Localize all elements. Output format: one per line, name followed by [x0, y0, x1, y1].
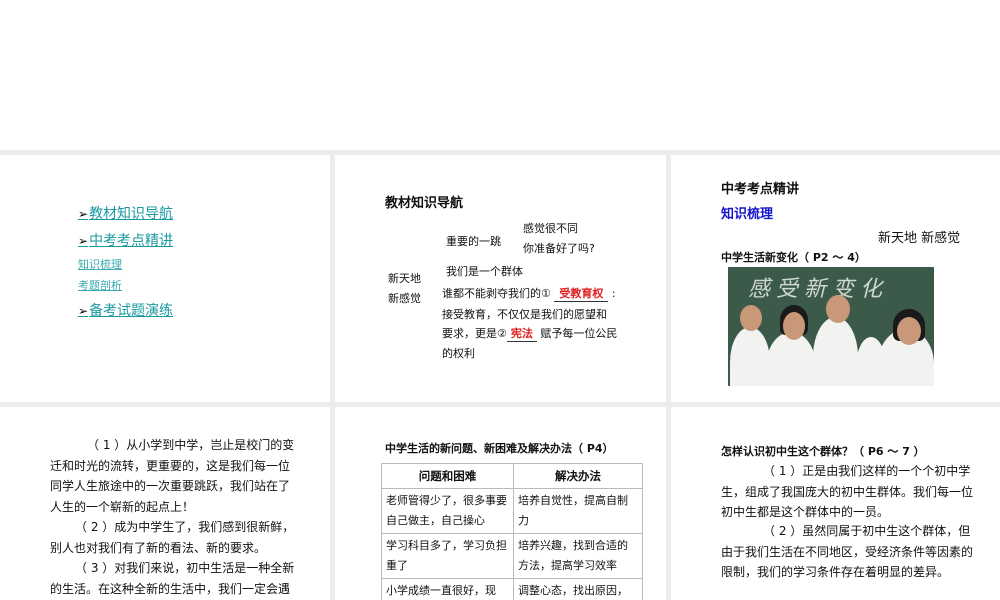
table-row: 小学成绩一直很好，现 调整心态，找出原因， [381, 578, 643, 600]
slide-thumbnail-1[interactable]: ➢教材知识导航 ➢中考考点精讲 知识梳理 考题剖析 ➢备考试题演练 [0, 155, 330, 402]
arrow-bullet-icon: ➢ [78, 304, 89, 318]
slide-title: 中学生活的新问题、新困难及解决办法（ P4） [385, 442, 614, 455]
table-cell: 调整心态，找出原因， [513, 578, 643, 600]
text: : [611, 287, 616, 300]
table-cell: 小学成绩一直很好，现 [381, 578, 514, 600]
arrow-bullet-icon: ➢ [78, 207, 89, 221]
nav-link-label: 教材知识导航 [89, 206, 174, 222]
section-heading: 中学生活新变化（ P2 ～ 4） [721, 251, 866, 264]
table-header-row: 问题和困难 解决办法 [381, 463, 643, 489]
table-cell: 培养自觉性，提高自制力 [513, 488, 643, 534]
slide-thumbnail-5[interactable]: 中学生活的新问题、新困难及解决办法（ P4） 问题和困难 解决办法 老师管得少了… [335, 407, 666, 600]
text: 要求，更是② [442, 327, 507, 340]
left-label-2: 新感觉 [388, 292, 421, 305]
slide-title: 教材知识导航 [385, 196, 464, 211]
student-head [897, 317, 921, 345]
nav-link-practice[interactable]: ➢备考试题演练 [78, 300, 173, 320]
table-row: 老师管得少了，很多事要自己做主，自己操心 培养自觉性，提高自制力 [381, 488, 643, 534]
slide-thumbnail-6[interactable]: 怎样认识初中生这个群体？（ P6 ～ 7 ） （ 1 ）正是由我们这样的一个个初… [671, 407, 1000, 600]
text: 谁都不能剥夺我们的① [442, 287, 551, 300]
student-head [740, 305, 762, 331]
student-figure [813, 317, 858, 386]
student-figure [766, 332, 816, 386]
item-ready: 你准备好了吗? [523, 242, 595, 255]
column-header: 解决办法 [513, 463, 643, 489]
student-head [826, 295, 850, 323]
column-header: 问题和困难 [381, 463, 514, 489]
fill-line-1: 谁都不能剥夺我们的① 受教育权 : [442, 285, 616, 302]
text: 赋予每一位公民 [540, 327, 618, 340]
table-cell: 老师管得少了，很多事要自己做主，自己操心 [381, 488, 514, 534]
students-photo: 感受新变化 [728, 267, 934, 386]
student-figure [730, 327, 770, 386]
fill-line-3: 要求，更是② 宪法 赋予每一位公民 [442, 325, 617, 342]
subnav-link-knowledge[interactable]: 知识梳理 [78, 256, 122, 272]
table-row: 学习科目多了，学习负担重了 培养兴趣，找到合适的方法，提高学习效率 [381, 533, 643, 579]
paragraph: （ 2 ）成为中学生了，我们感到很新鲜，别人也对我们有了新的看法、新的要求。 [50, 520, 295, 555]
table-cell: 培养兴趣，找到合适的方法，提高学习效率 [513, 533, 643, 579]
top-blank-area [0, 0, 1000, 150]
slide-thumbnail-4[interactable]: （ 1 ）从小学到中学，岂止是校门的变迁和时光的流转，更重要的，这是我们每一位同… [0, 407, 330, 600]
table-cell: 学习科目多了，学习负担重了 [381, 533, 514, 579]
nav-link-exam-points[interactable]: ➢中考考点精讲 [78, 230, 173, 250]
answer-blank-2: 宪法 [506, 325, 537, 342]
nav-link-textbook[interactable]: ➢教材知识导航 [78, 203, 173, 223]
subnav-link-analysis[interactable]: 考题剖析 [78, 277, 122, 293]
item-group: 我们是一个群体 [446, 265, 523, 278]
slide-title: 怎样认识初中生这个群体？（ P6 ～ 7 ） [721, 445, 925, 458]
paragraph: （ 3 ）对我们来说，初中生活是一种全新的生活。在这种全新的生活中，我们一定会遇… [50, 561, 295, 596]
slide-thumbnail-2[interactable]: 教材知识导航 重要的一跳 感觉很不同 你准备好了吗? 我们是一个群体 新天地 新… [335, 155, 666, 402]
fill-line-2: 接受教育，不仅仅是我们的愿望和 [442, 308, 607, 321]
item-feel: 感觉很不同 [523, 222, 578, 235]
nav-link-label: 中考考点精讲 [89, 233, 174, 249]
paragraph: （ 1 ）从小学到中学，岂止是校门的变迁和时光的流转，更重要的，这是我们每一位同… [50, 438, 295, 514]
slide-subtitle: 知识梳理 [721, 207, 774, 222]
nav-link-label: 备考试题演练 [89, 303, 174, 319]
problems-table: 问题和困难 解决办法 老师管得少了，很多事要自己做主，自己操心 培养自觉性，提高… [381, 463, 643, 600]
student-head [783, 312, 805, 340]
left-label-1: 新天地 [388, 272, 421, 285]
chalkboard-text: 感受新变化 [748, 277, 889, 302]
fill-line-4: 的权利 [442, 347, 475, 360]
item-jump: 重要的一跳 [446, 235, 501, 248]
paragraph: （ 1 ）正是由我们这样的一个个初中学生，组成了我国庞大的初中生群体。我们每一位… [721, 464, 974, 519]
slide-title: 中考考点精讲 [721, 182, 800, 197]
theme-text: 新天地 新感觉 [878, 231, 961, 246]
paragraph: （ 2 ）虽然同属于初中生这个群体，但由于我们生活在不同地区，受经济条件等因素的… [721, 524, 974, 579]
arrow-bullet-icon: ➢ [78, 234, 89, 248]
answer-blank-1: 受教育权 [554, 285, 609, 302]
